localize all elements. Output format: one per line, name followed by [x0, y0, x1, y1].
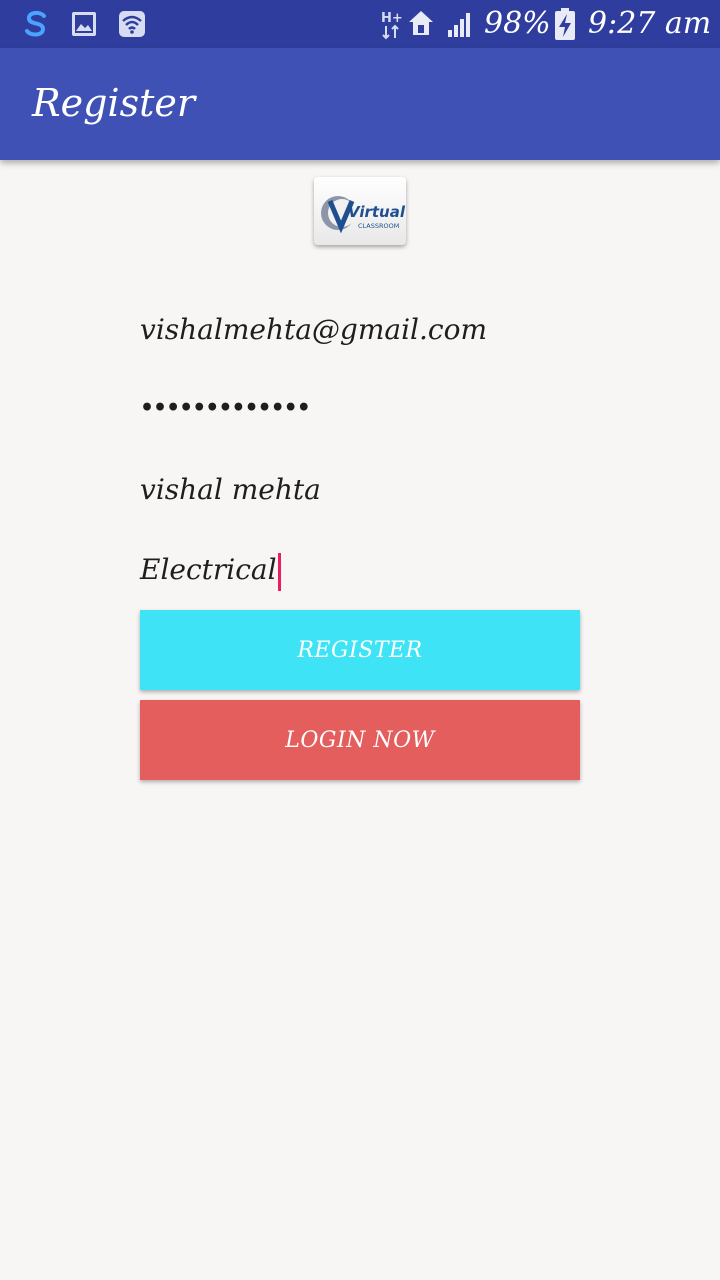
- svg-text:H+: H+: [381, 11, 403, 26]
- signal-icon: [446, 10, 474, 42]
- page-title: Register: [32, 81, 196, 125]
- s-app-icon: [20, 8, 52, 44]
- password-field[interactable]: •••••••••••••: [140, 386, 580, 430]
- home-icon: [408, 9, 434, 41]
- clock: 9:27 am: [588, 6, 712, 41]
- virtual-classroom-logo: Virtual CLASSROOM: [314, 177, 406, 245]
- wifi-icon: [118, 10, 146, 42]
- email-field[interactable]: vishalmehta@gmail.com: [140, 308, 580, 352]
- battery-charging-icon: [554, 7, 576, 45]
- logo-image: Virtual CLASSROOM: [321, 196, 406, 234]
- svg-text:Virtual: Virtual: [348, 203, 406, 221]
- branch-field[interactable]: Electrical: [140, 548, 580, 592]
- status-bar: H+ 98% 9:27 am: [0, 0, 720, 48]
- full-name-field[interactable]: vishal mehta: [140, 468, 580, 512]
- register-button[interactable]: REGISTER: [140, 610, 580, 690]
- gallery-icon: [70, 10, 98, 42]
- login-now-button[interactable]: LOGIN NOW: [140, 700, 580, 780]
- network-updown-icon: H+: [380, 8, 404, 44]
- battery-percent: 98%: [484, 6, 551, 41]
- app-bar: Register: [0, 48, 720, 160]
- svg-text:CLASSROOM: CLASSROOM: [358, 222, 399, 230]
- text-cursor: [277, 552, 281, 591]
- branch-field-value: Electrical: [140, 553, 277, 586]
